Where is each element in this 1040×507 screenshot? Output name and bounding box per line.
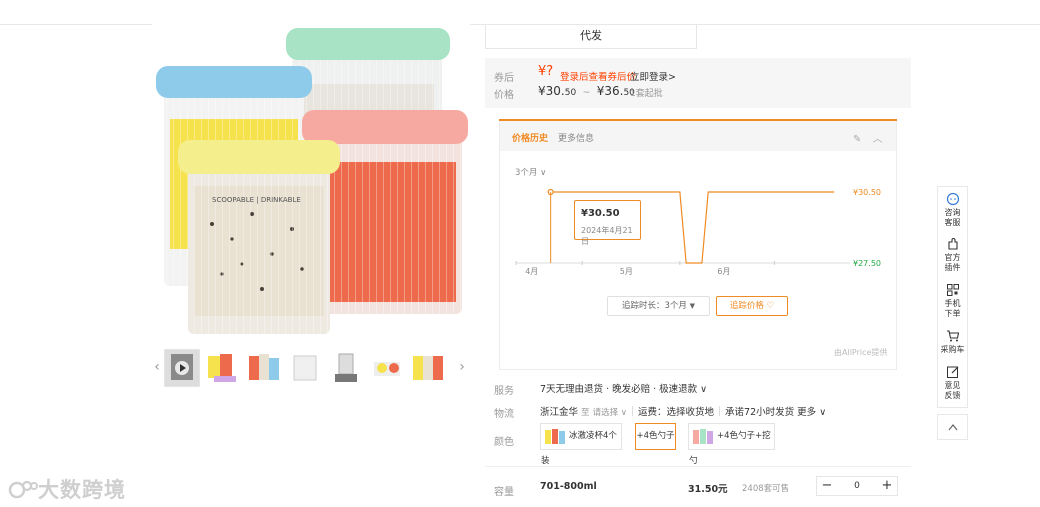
- thumbnail-image[interactable]: [246, 349, 282, 387]
- track-duration-text: 追踪时长：3个月: [621, 301, 687, 311]
- color-option[interactable]: 冰激凌杯4个装: [540, 423, 622, 466]
- toolbar-customer-service[interactable]: 咨询 客服: [938, 192, 967, 228]
- edit-feedback-icon: [946, 366, 958, 378]
- price-tilde: ~: [582, 88, 591, 98]
- separator: [719, 406, 721, 416]
- login-link[interactable]: 立即登录>: [630, 69, 676, 83]
- logistics-label: 物流: [494, 409, 514, 420]
- price-chart: 4月 5月 6月 ¥30.50 ¥27.50: [515, 188, 881, 276]
- color-option[interactable]: +4色勺子+挖勺: [688, 423, 775, 466]
- tooltip-price: ¥30.50: [581, 208, 620, 219]
- thumbnail-video[interactable]: [164, 349, 200, 387]
- y-label-min: ¥27.50: [853, 259, 881, 268]
- toolbar-label: 咨询: [944, 208, 961, 217]
- coupon-login-hint-link[interactable]: 登录后查看券后价: [560, 69, 636, 83]
- thumbnail-strip: ‹ ›: [152, 349, 470, 389]
- shipping-promise: 承诺72小时发货: [725, 407, 795, 418]
- thumb-next-icon[interactable]: ›: [457, 359, 467, 375]
- logistics-to: 至: [581, 408, 590, 418]
- track-price-button[interactable]: 追踪价格 ♡: [716, 296, 788, 316]
- capacity-label: 容量: [494, 487, 514, 498]
- toolbar-label: 下单: [944, 309, 961, 318]
- tab-price-history[interactable]: 价格历史: [512, 131, 548, 144]
- x-tick-label: 6月: [717, 267, 730, 276]
- shipping-mode-tab[interactable]: 代发: [485, 25, 697, 49]
- price-low-decimal: 50: [564, 88, 577, 98]
- toolbar-label: 官方: [944, 253, 961, 262]
- capacity-stock: 2408套可售: [742, 484, 790, 494]
- thumbnail-image[interactable]: [287, 349, 323, 387]
- track-duration-select[interactable]: 追踪时长：3个月 ▼: [607, 296, 710, 316]
- tab-more-info[interactable]: 更多信息: [558, 131, 594, 144]
- shipping-fee: 运费：选择收货地: [638, 407, 715, 418]
- toolbar-feedback[interactable]: 意见 反馈: [938, 365, 967, 401]
- service-text[interactable]: 7天无理由退货 · 晚发必赔 · 极速退款 ∨: [540, 381, 707, 395]
- capacity-price: 31.50元: [688, 484, 728, 495]
- coupon-price: ¥?: [538, 64, 554, 79]
- chart-tooltip: ¥30.50 2024年4月21日: [574, 200, 641, 246]
- watermark-text: 大数跨境: [38, 478, 126, 502]
- thumbnail-image[interactable]: [410, 349, 446, 387]
- tooltip-date: 2024年4月21日: [581, 226, 633, 246]
- watermark: 大数跨境: [8, 474, 126, 504]
- back-to-top-button[interactable]: [937, 414, 968, 440]
- destination-select[interactable]: 请选择 ∨: [593, 408, 627, 418]
- edit-icon[interactable]: ✎: [853, 134, 861, 145]
- toolbar-label: 反馈: [944, 391, 961, 400]
- collapse-icon[interactable]: ︿: [873, 134, 883, 145]
- color-label: 颜色: [494, 437, 514, 448]
- min-order-qty: 1套起批: [630, 89, 663, 99]
- x-tick-label: 4月: [525, 267, 538, 276]
- watermark-logo-icon: [8, 480, 38, 499]
- caret-down-icon: ▼: [689, 302, 695, 310]
- toolbar-label: 客服: [944, 218, 961, 227]
- product-main-image[interactable]: SCOOPABLE | DRINKABLE: [152, 24, 470, 342]
- toolbar-mobile-order[interactable]: 手机 下单: [938, 283, 967, 319]
- quantity-minus-button[interactable]: −: [817, 477, 837, 495]
- thumb-prev-icon[interactable]: ‹: [152, 359, 162, 375]
- color-option-thumb: [693, 429, 713, 444]
- separator: [632, 406, 634, 416]
- price-label: 价格: [494, 90, 514, 101]
- logistics-origin: 浙江金华: [540, 407, 579, 418]
- color-option-selected[interactable]: +4色勺子: [635, 423, 676, 450]
- panel-actions: ✎ ︿: [853, 130, 883, 145]
- divider: [485, 466, 911, 467]
- floating-toolbar: 咨询 客服 官方 插件 手机 下单 采购车 意见 反馈: [937, 186, 968, 408]
- toolbar-label: 采购车: [940, 345, 965, 354]
- x-tick-label: 5月: [620, 267, 633, 276]
- logistics-more[interactable]: 更多 ∨: [797, 407, 826, 418]
- color-option-thumb: [545, 429, 565, 444]
- toolbar-plugin[interactable]: 官方 插件: [938, 237, 967, 273]
- data-provider: 由AllPrice提供: [834, 348, 888, 357]
- coupon-label: 券后: [494, 73, 514, 84]
- qrcode-icon: [946, 284, 959, 296]
- service-label: 服务: [494, 386, 514, 397]
- price-high: ¥36.: [596, 84, 624, 98]
- history-range-select[interactable]: 3个月 ∨: [515, 166, 546, 178]
- color-option-label: +4色勺子: [636, 431, 675, 441]
- toolbar-cart[interactable]: 采购车: [938, 329, 967, 355]
- toolbar-label: 插件: [944, 263, 961, 272]
- chat-icon: [946, 192, 959, 206]
- chevron-up-icon: [948, 424, 957, 431]
- quantity-stepper: − +: [816, 476, 898, 496]
- thumbnail-image[interactable]: [328, 349, 364, 387]
- y-label-max: ¥30.50: [853, 188, 881, 197]
- price-range: ¥30.50 ~ ¥36.50: [538, 84, 635, 98]
- puzzle-icon: [947, 238, 958, 250]
- capacity-name: 701-800ml: [540, 481, 597, 492]
- cart-icon: [946, 330, 959, 342]
- svg-text:SCOOPABLE | DRINKABLE: SCOOPABLE | DRINKABLE: [212, 196, 301, 204]
- price-low: ¥30.: [538, 84, 565, 98]
- quantity-input[interactable]: [839, 477, 875, 495]
- quantity-plus-button[interactable]: +: [877, 477, 897, 495]
- toolbar-label: 意见: [944, 381, 961, 390]
- logistics-row: 浙江金华 至 请选择 ∨ 运费：选择收货地 承诺72小时发货 更多 ∨: [540, 404, 826, 418]
- thumbnail-image[interactable]: [369, 349, 405, 387]
- toolbar-label: 手机: [944, 299, 961, 308]
- thumbnail-image[interactable]: [205, 349, 241, 387]
